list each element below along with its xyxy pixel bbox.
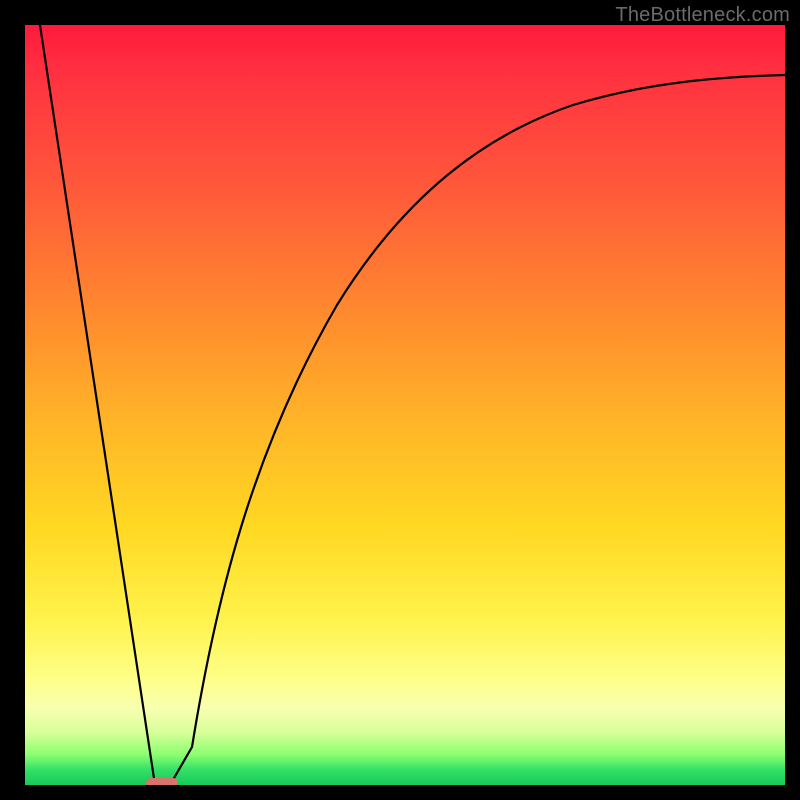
curve-layer [25,25,785,785]
valley-marker [146,778,178,785]
watermark-text: TheBottleneck.com [615,4,790,27]
plot-area [25,25,785,785]
bottleneck-curve [40,25,785,785]
chart-frame: TheBottleneck.com [0,0,800,800]
